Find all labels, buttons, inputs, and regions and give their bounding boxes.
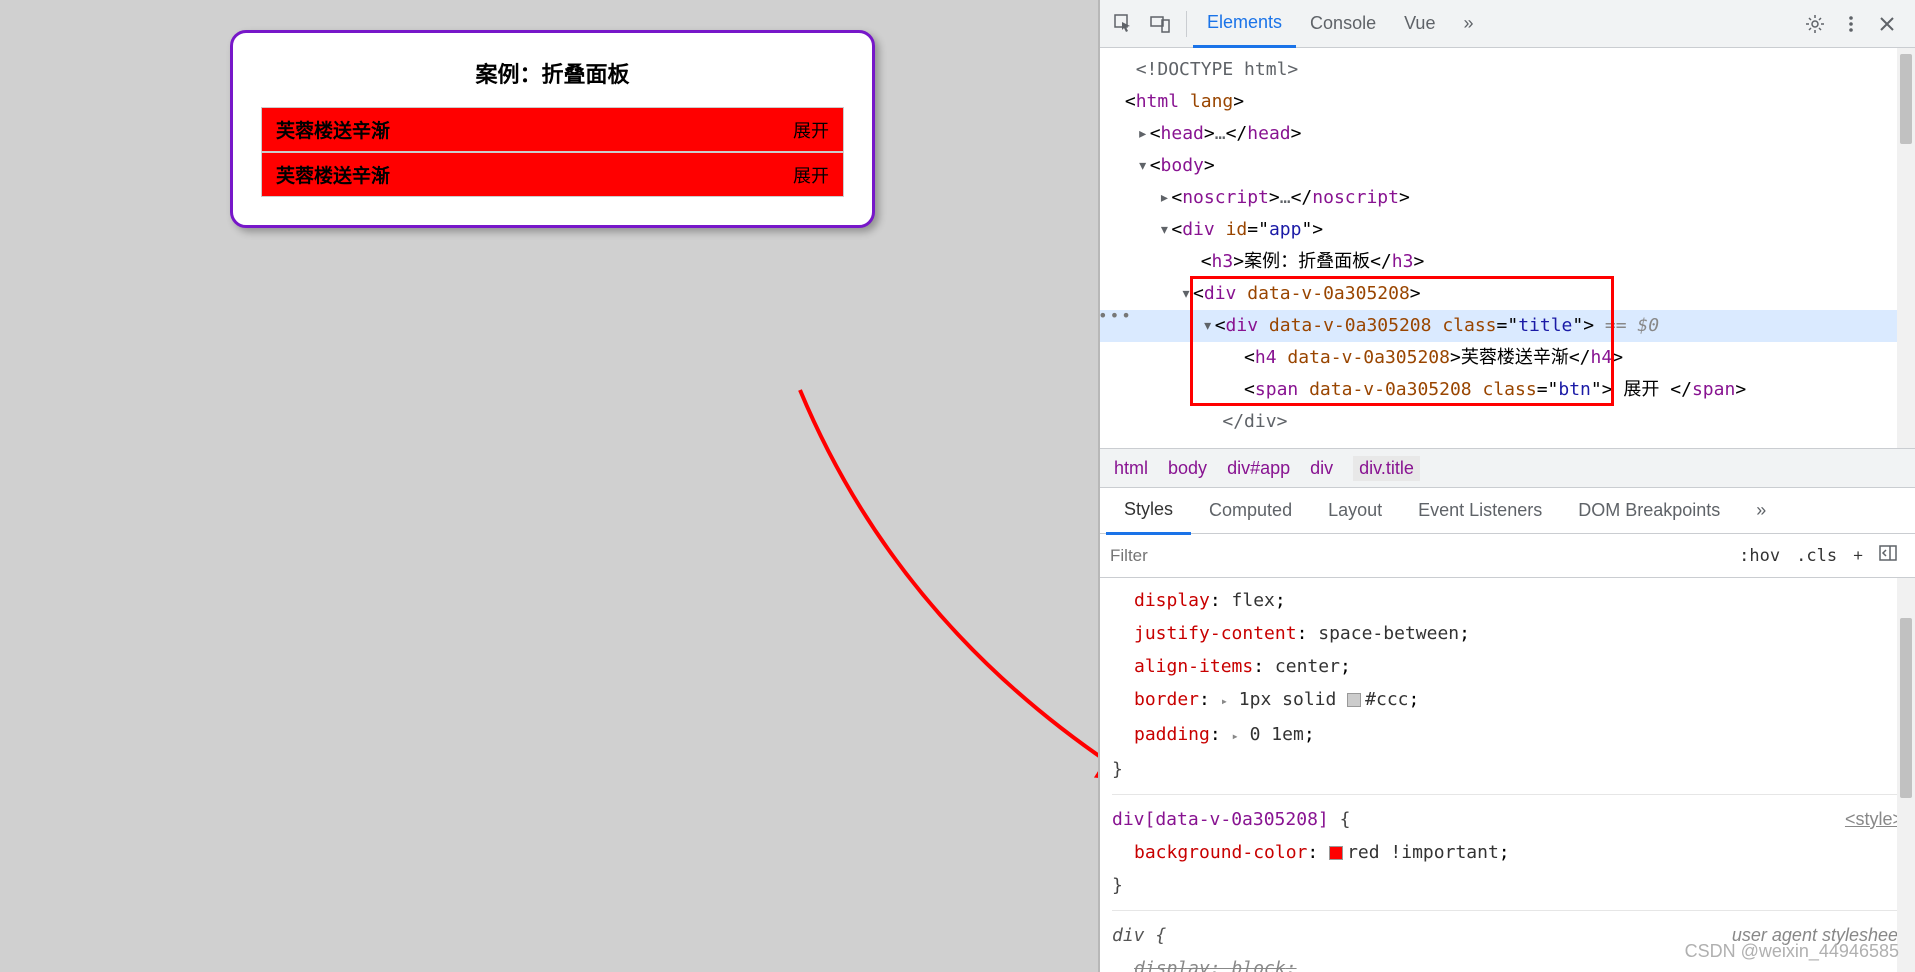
styles-scrollbar[interactable] — [1897, 578, 1915, 972]
close-icon[interactable] — [1871, 8, 1903, 40]
kebab-icon[interactable] — [1835, 8, 1867, 40]
panel-label: 芙蓉楼送辛渐 — [276, 161, 390, 188]
crumb-divtitle[interactable]: div.title — [1353, 456, 1420, 481]
cls-toggle[interactable]: .cls — [1796, 546, 1837, 566]
styles-pane[interactable]: display: flex; justify-content: space-be… — [1100, 578, 1915, 972]
crumb-divapp[interactable]: div#app — [1227, 458, 1290, 479]
selection-marker-icon: ••• — [1098, 300, 1133, 332]
tab-vue[interactable]: Vue — [1390, 1, 1449, 46]
dom-body[interactable]: ▾<body> — [1100, 150, 1915, 182]
panel-item[interactable]: 芙蓉楼送辛渐 展开 — [261, 107, 844, 152]
panel-item[interactable]: 芙蓉楼送辛渐 展开 — [261, 152, 844, 197]
device-toggle-icon[interactable] — [1144, 8, 1176, 40]
dom-doctype[interactable]: <!DOCTYPE html> — [1100, 54, 1915, 86]
tab-more-styles[interactable]: » — [1738, 488, 1784, 533]
styles-filter-bar: :hov .cls + — [1100, 534, 1915, 578]
dom-h3[interactable]: <h3>案例：折叠面板</h3> — [1100, 246, 1915, 278]
panel-toggle-icon[interactable] — [1879, 544, 1897, 567]
tab-elements[interactable]: Elements — [1193, 0, 1296, 48]
tab-styles[interactable]: Styles — [1106, 487, 1191, 535]
dom-div-scope[interactable]: ▾<div data-v-0a305208> — [1100, 278, 1915, 310]
devtools-panel: Elements Console Vue » ••• <!DOCTYPE htm… — [1098, 0, 1915, 972]
style-source-link[interactable]: <style> — [1845, 803, 1903, 836]
new-rule-button[interactable]: + — [1853, 546, 1863, 566]
tab-more[interactable]: » — [1449, 1, 1487, 46]
crumb-html[interactable]: html — [1114, 458, 1148, 479]
styles-filter-input[interactable] — [1110, 546, 1331, 566]
crumb-body[interactable]: body — [1168, 458, 1207, 479]
watermark: CSDN @weixin_44946585 — [1685, 941, 1899, 962]
devtools-toolbar: Elements Console Vue » — [1100, 0, 1915, 48]
tab-event-listeners[interactable]: Event Listeners — [1400, 488, 1560, 533]
panel-label: 芙蓉楼送辛渐 — [276, 116, 390, 143]
expand-button[interactable]: 展开 — [793, 117, 829, 143]
crumb-div[interactable]: div — [1310, 458, 1333, 479]
tab-computed[interactable]: Computed — [1191, 488, 1310, 533]
dom-noscript[interactable]: ▸<noscript>…</noscript> — [1100, 182, 1915, 214]
dom-head[interactable]: ▸<head>…</head> — [1100, 118, 1915, 150]
page-preview: 案例：折叠面板 芙蓉楼送辛渐 展开 芙蓉楼送辛渐 展开 — [0, 0, 1098, 972]
dom-span-btn[interactable]: <span data-v-0a305208 class="btn"> 展开 </… — [1100, 374, 1915, 406]
card-title: 案例：折叠面板 — [261, 57, 844, 89]
inspect-icon[interactable] — [1108, 8, 1140, 40]
devtools-tabs: Elements Console Vue » — [1193, 0, 1799, 48]
dom-close-div[interactable]: </div> — [1100, 406, 1915, 438]
dom-div-app[interactable]: ▾<div id="app"> — [1100, 214, 1915, 246]
css-rule[interactable]: display: flex; justify-content: space-be… — [1112, 582, 1903, 795]
tab-console[interactable]: Console — [1296, 1, 1390, 46]
dom-breadcrumb[interactable]: html body div#app div div.title — [1100, 448, 1915, 488]
gear-icon[interactable] — [1799, 8, 1831, 40]
tab-dom-breakpoints[interactable]: DOM Breakpoints — [1560, 488, 1738, 533]
css-rule[interactable]: <style> div[data-v-0a305208] { backgroun… — [1112, 801, 1903, 911]
collapse-card: 案例：折叠面板 芙蓉楼送辛渐 展开 芙蓉楼送辛渐 展开 — [230, 30, 875, 228]
expand-button[interactable]: 展开 — [793, 162, 829, 188]
toolbar-separator — [1186, 11, 1187, 37]
dom-tree[interactable]: ••• <!DOCTYPE html> <html lang> ▸<head>…… — [1100, 48, 1915, 448]
dom-html[interactable]: <html lang> — [1100, 86, 1915, 118]
elements-scrollbar[interactable] — [1897, 48, 1915, 448]
dom-h4[interactable]: <h4 data-v-0a305208>芙蓉楼送辛渐</h4> — [1100, 342, 1915, 374]
dom-div-title-selected[interactable]: ▾<div data-v-0a305208 class="title"> == … — [1100, 310, 1915, 342]
color-swatch-icon[interactable] — [1347, 693, 1361, 707]
color-swatch-icon[interactable] — [1329, 846, 1343, 860]
hov-toggle[interactable]: :hov — [1739, 546, 1780, 566]
tab-layout[interactable]: Layout — [1310, 488, 1400, 533]
styles-tabs: Styles Computed Layout Event Listeners D… — [1100, 488, 1915, 534]
